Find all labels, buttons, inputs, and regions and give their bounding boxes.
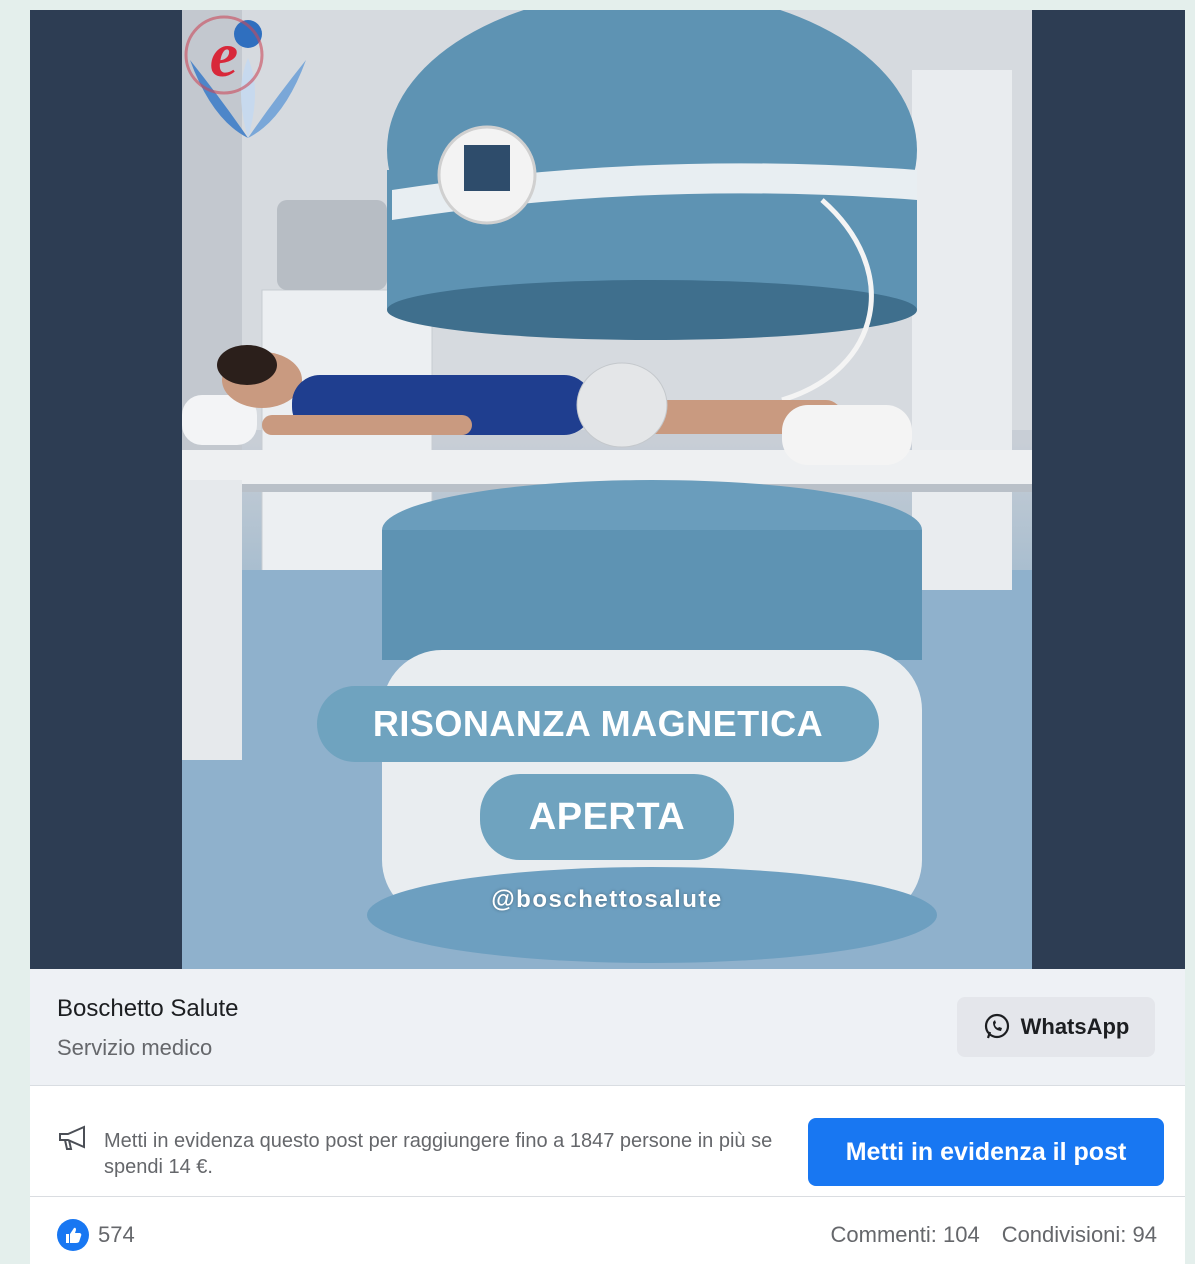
comments-count[interactable]: Commenti: 104: [831, 1222, 980, 1248]
page-name[interactable]: Boschetto Salute: [57, 995, 238, 1023]
boost-row: Metti in evidenza questo post per raggiu…: [30, 1086, 1185, 1197]
overlay-subtitle-pill: APERTA: [480, 774, 734, 860]
like-icon[interactable]: [57, 1219, 89, 1251]
overlay-title-pill: RISONANZA MAGNETICA: [317, 686, 879, 762]
boost-post-button[interactable]: Metti in evidenza il post: [808, 1118, 1164, 1186]
post-media[interactable]: e RISONANZA MAGNETICA APERTA @boschettos…: [30, 10, 1185, 969]
svg-text:e: e: [210, 19, 238, 90]
shares-count[interactable]: Condivisioni: 94: [1002, 1222, 1157, 1248]
whatsapp-icon: [984, 1013, 1009, 1039]
post-card: e RISONANZA MAGNETICA APERTA @boschettos…: [30, 10, 1185, 1264]
esaote-logo: e: [184, 15, 264, 95]
post-photo[interactable]: e RISONANZA MAGNETICA APERTA @boschettos…: [182, 10, 1032, 969]
megaphone-icon: [59, 1125, 85, 1150]
like-count[interactable]: 574: [98, 1222, 135, 1248]
page-info-bar: Boschetto Salute Servizio medico WhatsAp…: [30, 969, 1185, 1086]
whatsapp-button[interactable]: WhatsApp: [957, 997, 1155, 1057]
boost-description: Metti in evidenza questo post per raggiu…: [104, 1130, 773, 1178]
reactions-bar: 574 Commenti: 104 Condivisioni: 94: [30, 1197, 1185, 1264]
page-category: Servizio medico: [57, 1035, 213, 1060]
whatsapp-button-label: WhatsApp: [1020, 1014, 1130, 1039]
overlay-handle: @boschettosalute: [491, 886, 723, 913]
